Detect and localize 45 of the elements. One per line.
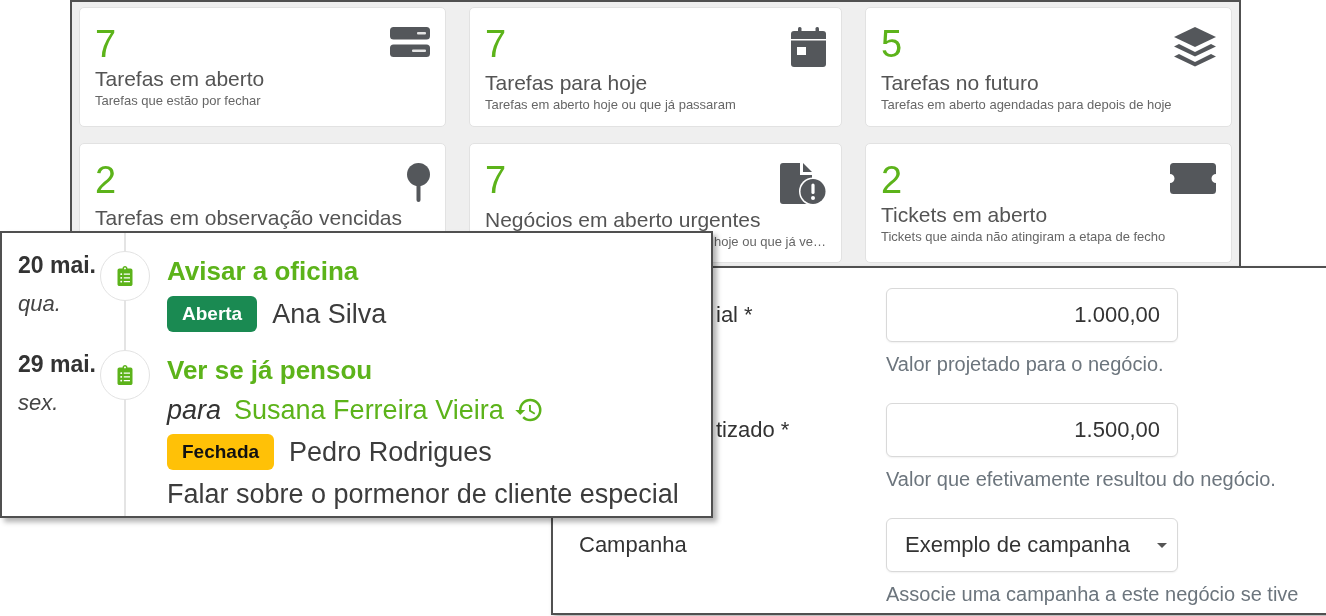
input-field[interactable]: 1.000,00: [886, 288, 1178, 342]
assignee-name: Pedro Rodrigues: [289, 437, 492, 467]
count-value: 2: [95, 161, 117, 199]
file-alert-icon: [780, 163, 826, 204]
field-label: tizado *: [716, 417, 790, 443]
caret-icon: [1157, 542, 1167, 548]
server-icon: [390, 27, 430, 57]
input-field[interactable]: 1.500,00: [886, 403, 1178, 457]
recipient-prefix: para: [167, 395, 222, 425]
layers-icon: [1174, 27, 1216, 67]
card-title: Tarefas em aberto: [95, 67, 265, 91]
status-badge: Fechada: [167, 434, 275, 470]
status-badge: Aberta: [167, 296, 258, 332]
card-title: Negócios em aberto urgentes: [485, 208, 761, 232]
select-field[interactable]: Exemplo de campanha: [886, 518, 1178, 572]
field-label: Campanha: [579, 532, 687, 558]
count-value: 7: [485, 161, 507, 199]
help-text: Associe uma campanha a este negócio se tive: [886, 582, 1299, 606]
card-title: Tickets em aberto: [881, 203, 1048, 227]
card-description: Tarefas em aberto hoje ou que já passaram: [485, 97, 736, 113]
help-text: Valor que efetivamente resultou do negócio.: [886, 467, 1276, 491]
task-note: Falar sobre o pormenor de cliente especial: [167, 479, 679, 509]
count-value: 2: [881, 161, 903, 199]
help-text: Valor projetado para o negócio.: [886, 352, 1164, 376]
assignee-name: Ana Silva: [272, 299, 387, 329]
clipboard-icon: [100, 251, 150, 301]
entry-weekday: qua.: [18, 290, 61, 318]
entry-date: 20 mai.: [18, 251, 96, 279]
pin-icon: [407, 163, 430, 202]
count-value: 7: [485, 25, 507, 63]
count-value: 7: [95, 25, 117, 63]
card-description: Tickets que ainda não atingiram a etapa de fecho: [881, 229, 1166, 245]
card-title: Tarefas no futuro: [881, 71, 1039, 95]
field-label: ial *: [716, 302, 753, 328]
entry-weekday: sex.: [18, 389, 59, 417]
entry-date: 29 mai.: [18, 350, 96, 378]
card-title: Tarefas para hoje: [485, 71, 648, 95]
card-description: hoje ou que já ve…: [714, 234, 826, 250]
clipboard-icon: [100, 350, 150, 400]
card-description: Tarefas em aberto agendadas para depois de hoje: [881, 97, 1172, 113]
calendar-icon: [791, 27, 826, 67]
card-description: Tarefas que estão por fechar: [95, 93, 261, 109]
count-value: 5: [881, 25, 903, 63]
ticket-icon: [1170, 163, 1216, 194]
card-title: Tarefas em observação vencidas: [95, 206, 402, 230]
